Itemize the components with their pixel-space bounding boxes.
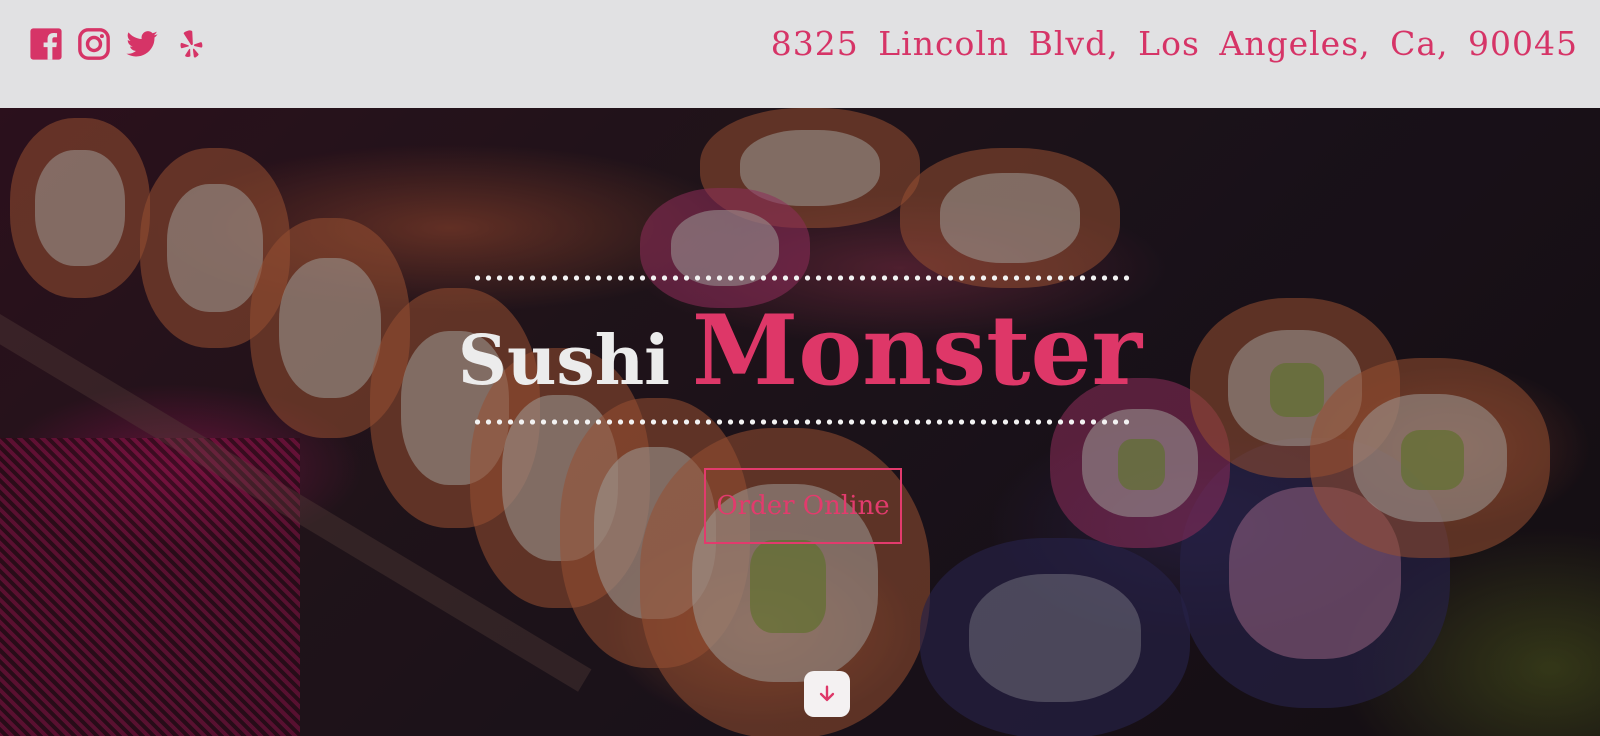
facebook-icon[interactable] [28,26,64,62]
arrow-down-icon [819,685,835,702]
title-word-monster: Monster [691,294,1143,407]
hero-section: Sushi Monster Order Online [0,108,1600,736]
yelp-icon[interactable] [172,26,208,62]
social-links [28,26,208,62]
address-text: 8325 Lincoln Blvd, Los Angeles, Ca, 9004… [770,24,1578,63]
site-title: Sushi Monster [0,294,1600,407]
title-word-sushi: Sushi [457,321,670,401]
top-bar: 8325 Lincoln Blvd, Los Angeles, Ca, 9004… [0,0,1600,108]
instagram-icon[interactable] [76,26,112,62]
dotted-divider-bottom [472,418,1132,426]
scroll-down-button[interactable] [804,671,850,717]
order-online-button[interactable]: Order Online [704,468,902,544]
twitter-icon[interactable] [124,26,160,62]
dotted-divider-top [472,274,1132,282]
